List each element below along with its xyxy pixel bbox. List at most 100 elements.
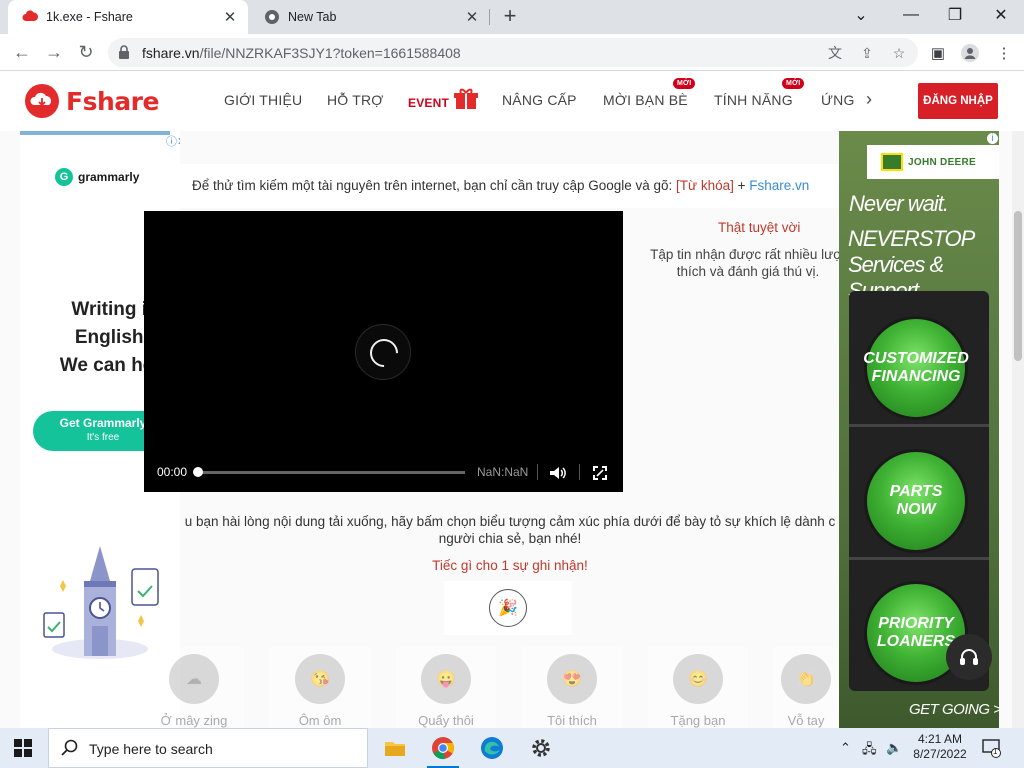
reaction-cta-text: Tiếc gì cho 1 sự ghi nhận! [432,558,588,573]
tab-search-chevron-icon[interactable]: ⌄ [847,3,875,27]
reaction-hint: u bạn hài lòng nội dung tải xuống, hãy b… [184,514,836,546]
chevron-right-icon[interactable]: › [866,89,872,110]
close-tab-icon[interactable]: ✕ [220,7,240,27]
tab-new-tab[interactable]: New Tab ✕ [250,0,490,34]
support-headset-button[interactable] [946,634,992,680]
close-window-button[interactable]: ✕ [987,3,1015,27]
rating-title: Thật tuyệt vời [718,220,801,235]
minimize-button[interactable]: — [897,3,925,27]
fullscreen-icon[interactable] [590,464,610,482]
tongue-emoji-icon: 😛 [421,654,471,704]
volume-tray-icon[interactable]: 🔈 [886,740,902,756]
back-arrow-icon[interactable]: ← [10,40,34,64]
gift-face-emoji-icon: 😊 [673,654,723,704]
seek-handle[interactable] [193,467,203,477]
rating-description: Tập tin nhận được rất nhiều lượt thích v… [650,247,846,279]
search-tip-box: Để thử tìm kiếm một tài nguyên trên inte… [180,164,840,208]
clock-time: 4:21 AM [917,732,963,746]
reaction-card[interactable]: 😍 Tôi thích [522,647,622,728]
fshare-logo[interactable]: Fshare [24,84,159,118]
grammarly-g-icon: G [55,168,73,186]
nav-ho-tro[interactable]: HỖ TRỢ [327,92,384,108]
reaction-card[interactable]: 👏 Vỗ tay [774,647,838,728]
clap-emoji-icon: 👏 [781,654,831,704]
translate-icon[interactable]: 文 [826,44,844,62]
fshare-link[interactable]: Fshare.vn [749,178,809,193]
deer-logo-icon [881,153,903,171]
taskbar-clock[interactable]: 4:21 AM 8/27/2022 [908,732,972,762]
nav-nang-cap[interactable]: NÂNG CẤP [502,92,577,108]
address-bar[interactable]: fshare.vn/file/NNZRKAF3SJY1?token=166158… [108,38,918,67]
get-going-link[interactable]: GET GOING > [909,701,999,718]
scrollbar-thumb[interactable] [1014,211,1022,361]
forward-arrow-icon[interactable]: → [42,40,66,64]
share-icon[interactable]: ⇪ [858,44,876,62]
nav-event[interactable]: EVENT [408,96,449,110]
light-parts-now: PARTS NOW [864,449,968,553]
nav-tinh-nang-label: TÍNH NĂNG [714,92,793,108]
page-scrollbar[interactable] [1012,131,1024,728]
side-panel-icon[interactable]: ▣ [928,43,948,63]
tab-title: 1k.exe - Fshare [46,10,133,24]
duration: NaN:NaN [477,465,529,479]
nav-moi-ban-be[interactable]: MỜI BẠN BÈ MỚI [603,78,696,108]
new-badge: MỚI [673,78,696,89]
party-popper-icon: 🎉 [489,589,527,627]
fshare-cloud-icon [25,84,59,118]
headset-icon [960,649,978,665]
tab-fshare[interactable]: 1k.exe - Fshare ✕ [8,0,248,34]
reload-icon[interactable]: ↻ [74,40,98,64]
login-button[interactable]: ĐĂNG NHẬP [918,83,998,119]
bookmark-star-icon[interactable]: ☆ [890,44,908,62]
fshare-favicon-icon [22,9,38,25]
video-player[interactable]: 00:00 NaN:NaN [144,211,623,492]
loading-spinner [355,324,411,380]
clock-date: 8/27/2022 [913,747,967,761]
search-icon [61,739,79,762]
reaction-card[interactable]: 😊 Tặng bạn [648,647,748,728]
gift-icon[interactable] [454,88,478,115]
browser-tab-bar: 1k.exe - Fshare ✕ New Tab ✕ + ⌄ — ❐ ✕ [0,0,1024,34]
menu-kebab-icon[interactable]: ⋮ [994,43,1014,63]
search-placeholder: Type here to search [89,741,213,757]
kiss-emoji-icon: 😘 [295,654,345,704]
taskbar-search[interactable]: Type here to search [48,728,368,768]
logo-text: Fshare [66,86,159,116]
profile-avatar-icon[interactable] [960,43,980,63]
edge-icon[interactable] [468,728,516,768]
volume-icon[interactable] [548,464,568,482]
url-path: /file/NNZRKAF3SJY1?token=1661588408 [199,45,461,61]
nav-tinh-nang[interactable]: TÍNH NĂNG MỚI [714,78,805,108]
chrome-icon[interactable] [419,728,467,768]
settings-gear-icon[interactable] [517,728,565,768]
tray-chevron-up-icon[interactable]: ⌃ [840,740,851,756]
reaction-card[interactable]: 😘 Ôm ôm [270,647,370,728]
windows-start-icon[interactable] [14,739,32,757]
nav-moi-ban-be-label: MỜI BẠN BÈ [603,92,688,108]
grammarly-brand: grammarly [78,170,140,184]
file-explorer-icon[interactable] [371,728,419,768]
network-icon[interactable]: 🖧 [862,740,877,762]
lock-icon[interactable] [118,45,130,64]
notification-count: 1 [993,747,998,756]
reaction-summary[interactable]: 🎉 [444,581,572,635]
light-customized-financing: CUSTOMIZED FINANCING [863,316,969,420]
new-tab-button[interactable]: + [498,5,522,29]
spinner-icon [364,333,404,373]
chrome-favicon-icon [264,9,280,25]
windows-taskbar: Type here to search ⌃ 🖧 🔈 4:21 AM 8/27/2… [0,728,1024,768]
notification-center-icon[interactable]: 1 [982,738,1002,758]
ad-info-icon[interactable]: i [987,133,998,144]
reaction-card[interactable]: 😛 Quẩy thôi [396,647,496,728]
clock-tower-illustration [43,546,159,659]
new-badge: MỚI [782,78,805,89]
browser-toolbar: ← → ↻ fshare.vn/file/NNZRKAF3SJY1?token=… [0,34,1024,71]
current-time: 00:00 [157,465,188,479]
close-tab-icon[interactable]: ✕ [462,7,482,27]
tab-title: New Tab [288,10,337,24]
nav-gioi-thieu[interactable]: GIỚI THIỆU [224,92,302,108]
maximize-button[interactable]: ❐ [941,3,969,27]
grammarly-logo: G grammarly [55,168,139,186]
nav-ung-dung[interactable]: ỨNG [821,92,855,108]
seek-bar[interactable] [197,471,465,474]
